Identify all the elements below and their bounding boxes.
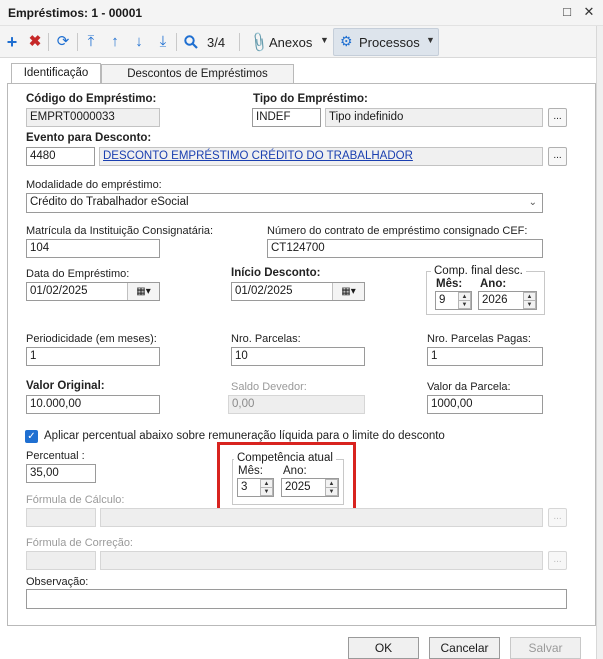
- percentual-field[interactable]: 35,00: [26, 464, 96, 483]
- processos-label: Processos: [359, 35, 420, 50]
- formula-calculo-code-field: [26, 508, 96, 527]
- toolbar: + ✖ ⟳ ⤒ ↑ ↓ ⤓ 3/4 📎 Anexos ▼ ⚙ Processos…: [0, 26, 603, 58]
- calendar-icon[interactable]: ▦▾: [127, 283, 159, 300]
- valor-original-field[interactable]: 10.000,00: [26, 395, 160, 414]
- comp-final-ano-stepper[interactable]: ▲ ▼: [523, 292, 536, 309]
- background-window-edge: [596, 26, 603, 659]
- data-emprestimo-value: 01/02/2025: [30, 285, 88, 297]
- periodicidade-field[interactable]: 1: [26, 347, 160, 366]
- next-record-icon[interactable]: ↓: [128, 30, 150, 54]
- codigo-field[interactable]: EMPRT0000033: [26, 108, 160, 127]
- tipo-code-field[interactable]: INDEF: [252, 108, 321, 127]
- spin-up-icon[interactable]: ▲: [524, 293, 535, 301]
- anexos-button[interactable]: 📎 Anexos ▼: [244, 28, 332, 56]
- window-minimize-icon[interactable]: □: [559, 4, 575, 20]
- inicio-desconto-label: Início Desconto:: [231, 267, 321, 279]
- inicio-desconto-value: 01/02/2025: [235, 285, 293, 297]
- window-title: Empréstimos: 1 - 00001: [8, 6, 143, 20]
- contrato-label: Número do contrato de empréstimo consign…: [267, 225, 528, 237]
- formula-correcao-label: Fórmula de Correção:: [26, 537, 133, 549]
- add-icon[interactable]: +: [2, 30, 22, 54]
- data-emprestimo-field[interactable]: 01/02/2025 ▦▾: [26, 282, 160, 301]
- toolbar-divider: [77, 33, 78, 51]
- inicio-desconto-field[interactable]: 01/02/2025 ▦▾: [231, 282, 365, 301]
- evento-label: Evento para Desconto:: [26, 132, 152, 144]
- calendar-icon[interactable]: ▦▾: [332, 283, 364, 300]
- evento-lookup-button[interactable]: ...: [548, 147, 567, 166]
- refresh-icon[interactable]: ⟳: [52, 30, 74, 54]
- comp-final-title: Comp. final desc.: [431, 265, 526, 277]
- search-icon[interactable]: [180, 30, 202, 54]
- nro-parcelas-field[interactable]: 10: [231, 347, 365, 366]
- comp-final-ano-label: Ano:: [480, 278, 507, 290]
- tipo-lookup-button[interactable]: ...: [548, 108, 567, 127]
- matricula-field[interactable]: 104: [26, 239, 160, 258]
- formula-calculo-description-field: [100, 508, 543, 527]
- title-bar: Empréstimos: 1 - 00001 □ ✕: [0, 0, 603, 26]
- contrato-field[interactable]: CT124700: [267, 239, 543, 258]
- comp-final-mes-stepper[interactable]: ▲ ▼: [458, 292, 471, 309]
- processos-button[interactable]: ⚙ Processos ▼: [333, 28, 439, 56]
- matricula-label: Matrícula da Instituição Consignatária:: [26, 225, 214, 237]
- comp-final-mes-value: 9: [439, 294, 446, 306]
- toolbar-divider: [239, 33, 240, 51]
- gear-icon: ⚙: [340, 33, 353, 49]
- modalidade-label: Modalidade do empréstimo:: [26, 179, 162, 191]
- codigo-label: Código do Empréstimo:: [26, 93, 157, 105]
- toolbar-divider: [48, 33, 49, 51]
- window-close-icon[interactable]: ✕: [581, 4, 597, 20]
- chevron-down-icon: ⌄: [528, 197, 537, 208]
- valor-parcela-label: Valor da Parcela:: [427, 381, 511, 393]
- saldo-devedor-field: 0,00: [228, 395, 365, 414]
- observacao-field[interactable]: [26, 589, 567, 609]
- evento-code-field[interactable]: 4480: [26, 147, 95, 166]
- nro-parcelas-pagas-label: Nro. Parcelas Pagas:: [427, 333, 531, 345]
- tipo-label: Tipo do Empréstimo:: [253, 93, 368, 105]
- chevron-down-icon: ▼: [320, 35, 329, 45]
- nro-parcelas-label: Nro. Parcelas:: [231, 333, 301, 345]
- spin-down-icon[interactable]: ▼: [459, 301, 470, 309]
- record-position: 3/4: [207, 35, 226, 50]
- comp-final-ano-value: 2026: [482, 294, 508, 306]
- aplicar-percentual-label: Aplicar percentual abaixo sobre remunera…: [44, 430, 445, 442]
- delete-icon[interactable]: ✖: [24, 30, 46, 54]
- percentual-label: Percentual :: [26, 450, 85, 462]
- spin-up-icon[interactable]: ▲: [459, 293, 470, 301]
- comp-final-mes-label: Mês:: [436, 278, 463, 290]
- tab-descontos-emprestimos[interactable]: Descontos de Empréstimos: [101, 64, 294, 84]
- highlight-box: [217, 442, 356, 514]
- tab-identificacao[interactable]: Identificação: [11, 63, 101, 85]
- toolbar-divider: [176, 33, 177, 51]
- anexos-label: Anexos: [269, 35, 313, 50]
- previous-record-icon[interactable]: ↑: [104, 30, 126, 54]
- aplicar-percentual-checkbox[interactable]: ✓: [25, 430, 38, 443]
- evento-description-link[interactable]: DESCONTO EMPRÉSTIMO CRÉDITO DO TRABALHAD…: [99, 147, 543, 166]
- valor-original-label: Valor Original:: [26, 380, 105, 392]
- observacao-label: Observação:: [26, 576, 89, 588]
- spin-down-icon[interactable]: ▼: [524, 301, 535, 309]
- saldo-devedor-label: Saldo Devedor:: [231, 381, 307, 393]
- tipo-description-field: Tipo indefinido: [325, 108, 543, 127]
- ok-button[interactable]: OK: [348, 637, 419, 659]
- periodicidade-label: Periodicidade (em meses):: [26, 333, 157, 345]
- formula-correcao-description-field: [100, 551, 543, 570]
- cancel-button[interactable]: Cancelar: [429, 637, 500, 659]
- data-emprestimo-label: Data do Empréstimo:: [26, 268, 130, 280]
- modalidade-select[interactable]: Crédito do Trabalhador eSocial ⌄: [26, 193, 543, 213]
- paperclip-icon: 📎: [247, 30, 271, 54]
- formula-correcao-code-field: [26, 551, 96, 570]
- nro-parcelas-pagas-field[interactable]: 1: [427, 347, 543, 366]
- formula-calculo-lookup-button: ...: [548, 508, 567, 527]
- save-button: Salvar: [510, 637, 581, 659]
- formula-correcao-lookup-button: ...: [548, 551, 567, 570]
- valor-parcela-field[interactable]: 1000,00: [427, 395, 543, 414]
- modalidade-value: Crédito do Trabalhador eSocial: [30, 196, 189, 208]
- formula-calculo-label: Fórmula de Cálculo:: [26, 494, 125, 506]
- first-record-icon[interactable]: ⤒: [80, 30, 102, 54]
- last-record-icon[interactable]: ⤓: [152, 30, 174, 54]
- chevron-down-icon: ▼: [426, 35, 435, 45]
